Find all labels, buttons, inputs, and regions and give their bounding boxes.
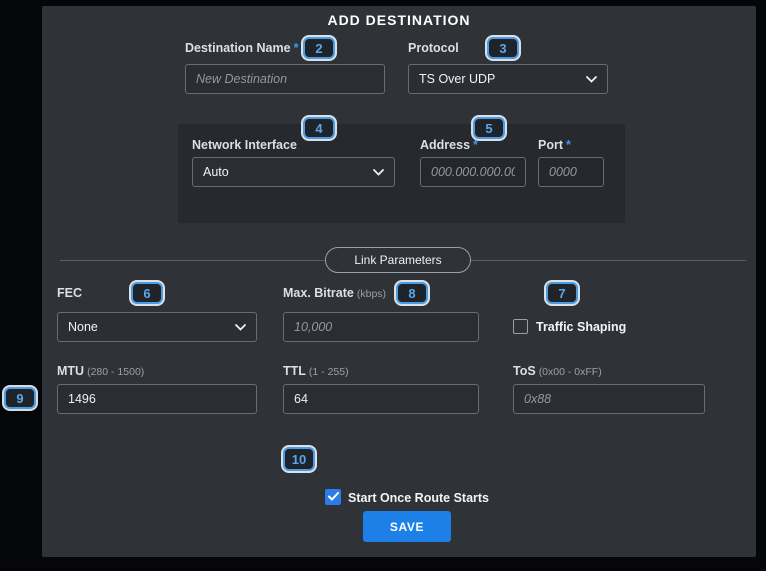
network-interface-select-value: Auto <box>203 165 229 179</box>
step-badge-10: 10 <box>283 447 315 471</box>
fec-select-value: None <box>68 320 98 334</box>
step-badge-2: 2 <box>303 37 335 59</box>
ttl-input[interactable] <box>283 384 479 414</box>
start-once-route-starts-checkbox[interactable] <box>325 489 341 505</box>
address-input[interactable] <box>420 157 526 187</box>
mtu-label: MTU(280 - 1500) <box>57 364 144 378</box>
ttl-label: TTL(1 - 255) <box>283 364 349 378</box>
step-badge-5: 5 <box>473 117 505 139</box>
chevron-down-icon <box>586 76 597 83</box>
ttl-hint: (1 - 255) <box>309 366 349 378</box>
fec-select[interactable]: None <box>57 312 257 342</box>
network-panel: Network Interface Auto Address* Port* <box>178 124 625 223</box>
dialog-title: ADD DESTINATION <box>42 12 756 28</box>
network-interface-select[interactable]: Auto <box>192 157 395 187</box>
network-interface-label: Network Interface <box>192 138 297 152</box>
port-label: Port* <box>538 138 571 152</box>
step-badge-8: 8 <box>396 282 428 304</box>
mtu-input[interactable] <box>57 384 257 414</box>
fec-label: FEC <box>57 286 82 300</box>
max-bitrate-label: Max. Bitrate(kbps) <box>283 286 386 300</box>
required-asterisk: * <box>566 138 571 152</box>
max-bitrate-input[interactable] <box>283 312 479 342</box>
address-label: Address* <box>420 138 478 152</box>
tos-hint: (0x00 - 0xFF) <box>539 366 602 378</box>
link-parameters-pill: Link Parameters <box>325 247 471 273</box>
chevron-down-icon <box>235 324 246 331</box>
protocol-select-value: TS Over UDP <box>419 72 495 86</box>
max-bitrate-hint: (kbps) <box>357 288 386 300</box>
start-once-route-starts-label: Start Once Route Starts <box>348 491 489 505</box>
destination-name-input[interactable] <box>185 64 385 94</box>
protocol-label: Protocol <box>408 41 459 55</box>
mtu-hint: (280 - 1500) <box>87 366 144 378</box>
step-badge-3: 3 <box>487 37 519 59</box>
required-asterisk: * <box>473 138 478 152</box>
chevron-down-icon <box>373 169 384 176</box>
destination-name-label: Destination Name* <box>185 41 298 55</box>
save-button[interactable]: SAVE <box>363 511 451 542</box>
port-input[interactable] <box>538 157 604 187</box>
screen: ADD DESTINATION Destination Name* 2 Prot… <box>0 0 766 571</box>
tos-label: ToS(0x00 - 0xFF) <box>513 364 602 378</box>
step-badge-4: 4 <box>303 117 335 139</box>
required-asterisk: * <box>294 41 299 55</box>
add-destination-dialog: ADD DESTINATION Destination Name* 2 Prot… <box>42 6 756 557</box>
step-badge-9: 9 <box>4 387 36 409</box>
check-icon <box>328 488 339 506</box>
traffic-shaping-checkbox[interactable] <box>513 319 528 334</box>
step-badge-7: 7 <box>546 282 578 304</box>
step-badge-6: 6 <box>131 282 163 304</box>
protocol-select[interactable]: TS Over UDP <box>408 64 608 94</box>
tos-input[interactable] <box>513 384 705 414</box>
traffic-shaping-label: Traffic Shaping <box>536 320 626 334</box>
